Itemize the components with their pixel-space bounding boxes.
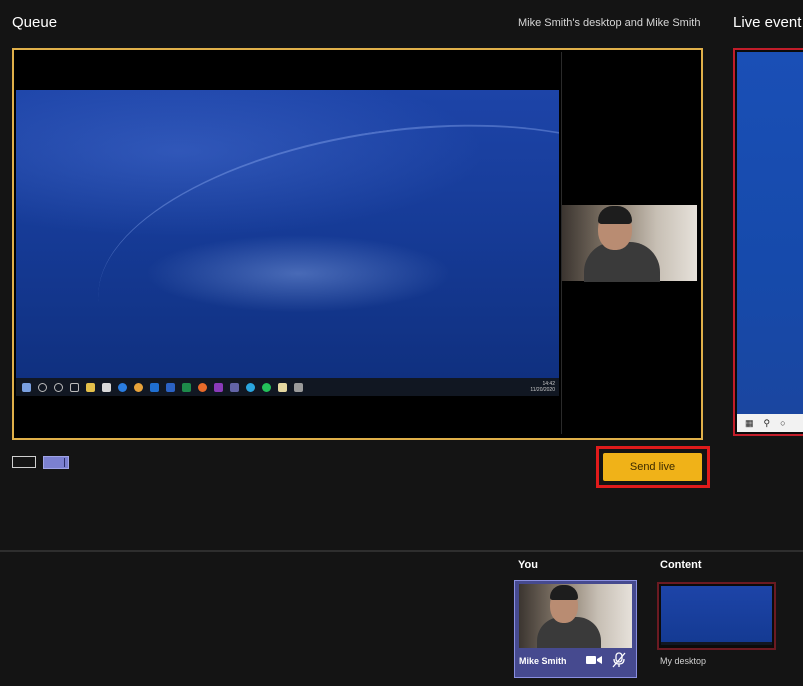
task-view-icon (70, 382, 79, 392)
send-live-button[interactable]: Send live (603, 453, 702, 481)
cortana-icon: ○ (780, 418, 786, 428)
content-name: My desktop (660, 656, 707, 666)
onenote-icon (214, 382, 223, 392)
you-heading: You (518, 559, 538, 571)
content-desktop-thumbnail (661, 586, 772, 644)
windows-start-icon: ▦ (745, 417, 754, 428)
edge-icon (118, 382, 127, 392)
shared-desktop-preview (16, 90, 559, 396)
skype-icon (246, 382, 255, 392)
content-taskbar (661, 642, 772, 645)
queue-sources-label: Mike Smith's desktop and Mike Smith (518, 17, 701, 29)
spotify-icon (262, 382, 271, 392)
microphone-off-icon[interactable] (612, 652, 626, 668)
wallpaper-swoosh (80, 90, 559, 396)
chrome-icon (134, 382, 143, 392)
you-name: Mike Smith (519, 656, 567, 666)
teams-icon (230, 382, 239, 392)
queue-title: Queue (12, 14, 58, 31)
content-heading: Content (660, 559, 702, 571)
taskbar-clock-date: 11/20/2020 (530, 387, 555, 393)
firefox-icon (198, 382, 207, 392)
layout-single-icon[interactable] (12, 456, 36, 468)
desktop-taskbar: 14:42 11/20/2020 (16, 378, 559, 396)
cortana-icon (54, 382, 63, 392)
word-icon (166, 382, 175, 392)
notes-icon (278, 382, 287, 392)
live-event-screen (737, 52, 803, 414)
live-event-taskbar: ▦ ⚲ ○ (737, 414, 803, 432)
store-icon (102, 382, 111, 392)
video-camera-icon[interactable] (586, 654, 602, 666)
taskbar-clock: 14:42 11/20/2020 (530, 381, 555, 393)
you-person-hat (550, 585, 578, 600)
search-icon: ⚲ (763, 417, 771, 428)
excel-icon (182, 382, 191, 392)
camera-person-hat (598, 206, 632, 224)
snip-icon (294, 382, 303, 392)
live-event-title: Live event (733, 14, 802, 31)
windows-start-icon (22, 382, 31, 392)
layout-split-icon[interactable] (43, 456, 69, 469)
search-icon (38, 382, 47, 392)
outlook-icon (150, 382, 159, 392)
file-explorer-icon (86, 382, 95, 392)
